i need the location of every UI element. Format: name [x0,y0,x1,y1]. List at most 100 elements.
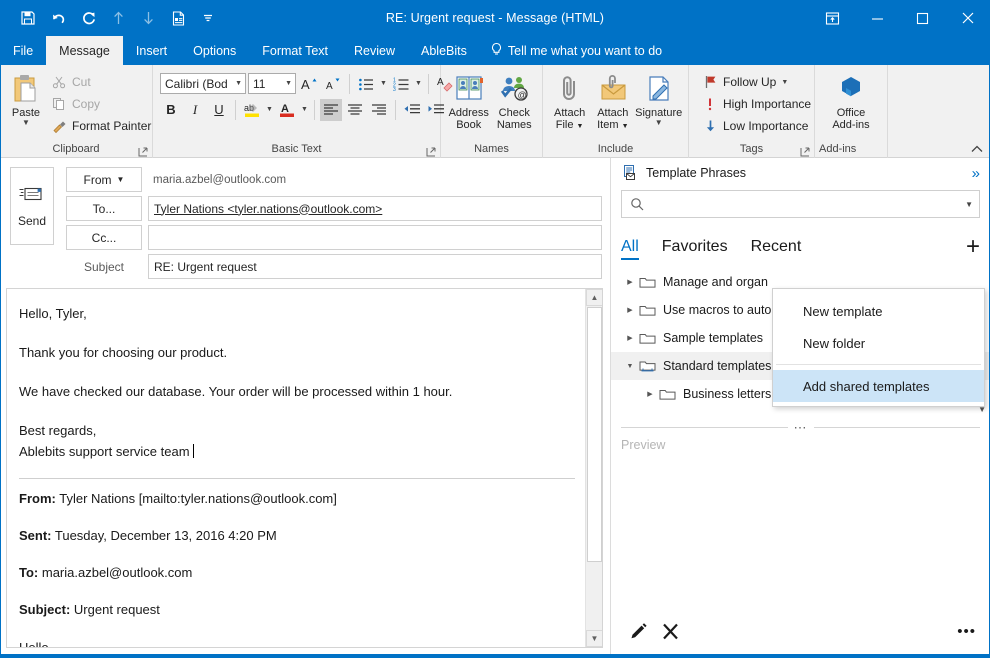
shrink-font-button[interactable]: A [322,73,344,95]
cc-button[interactable]: Cc... [66,225,142,250]
scrollbar-thumb[interactable] [587,307,602,562]
from-button[interactable]: From ▼ [66,167,142,192]
template-search-box[interactable]: ▼ [621,190,980,218]
font-color-caret-icon[interactable]: ▼ [300,106,309,113]
expand-triangle-icon[interactable]: ▶ [623,303,637,317]
expand-triangle-icon[interactable]: ▶ [623,331,637,345]
clipboard-dialog-launcher[interactable] [138,146,148,157]
expand-triangle-icon[interactable]: ▶ [643,387,657,401]
follow-up-button[interactable]: Follow Up ▼ [698,71,815,93]
format-painter-button[interactable]: Format Painter [47,115,155,137]
close-button[interactable] [945,0,990,36]
context-menu-item-add-shared-templates[interactable]: Add shared templates [773,370,984,402]
basic-text-row-1: Calibri (Bod ▼ 11 ▼ A A ▼ 1 2 3 ▼ A [160,72,456,95]
high-importance-button[interactable]: High Importance [698,93,815,115]
align-center-button[interactable] [344,99,366,121]
paste-caret-icon[interactable]: ▼ [22,119,30,127]
tab-ablebits[interactable]: AbleBits [408,36,480,65]
customize-qat-icon[interactable] [194,4,222,32]
tab-recent[interactable]: Recent [751,238,815,260]
highlight-caret-icon[interactable]: ▼ [265,106,274,113]
to-input[interactable]: Tyler Nations <tyler.nations@outlook.com… [148,196,602,221]
minimize-button[interactable] [855,0,900,36]
font-color-button[interactable]: A [276,99,298,121]
grow-font-button[interactable]: A [298,73,320,95]
tab-message[interactable]: Message [46,36,123,65]
font-size-combobox[interactable]: 11 ▼ [248,73,296,94]
body-scrollbar[interactable]: ▲ ▼ [585,289,602,647]
tell-me-box[interactable]: Tell me what you want to do [480,36,672,65]
scroll-down-button[interactable]: ▼ [586,630,602,647]
basic-text-dialog-launcher[interactable] [426,146,436,157]
decrease-indent-button[interactable] [401,99,423,121]
search-dropdown-caret-icon[interactable]: ▼ [961,200,973,209]
context-menu-item-new-folder[interactable]: New folder [773,327,984,359]
next-item-icon[interactable] [134,4,162,32]
font-name-combobox[interactable]: Calibri (Bod ▼ [160,73,246,94]
tab-format-text[interactable]: Format Text [249,36,341,65]
attach-item-button[interactable]: Attach Item ▼ [591,69,634,133]
signature-caret-icon[interactable]: ▼ [655,119,663,127]
italic-button[interactable]: I [184,99,206,121]
collapse-triangle-icon[interactable]: ▼ [623,359,637,373]
align-right-button[interactable] [368,99,390,121]
collapse-ribbon-button[interactable] [970,142,984,156]
numbering-caret-icon[interactable]: ▼ [414,80,423,87]
svg-text:@: @ [518,90,527,100]
previous-item-icon[interactable] [104,4,132,32]
office-addins-button[interactable]: Office Add-ins [824,69,878,131]
copy-button[interactable]: Copy [47,93,155,115]
subject-input[interactable]: RE: Urgent request [148,254,602,279]
ribbon-group-names: Address Book @ Check Names Names [441,65,543,158]
panel-splitter[interactable]: ⋯ [621,420,980,436]
cut-button[interactable]: Cut [47,71,155,93]
bullets-caret-icon[interactable]: ▼ [379,80,388,87]
expand-triangle-icon[interactable]: ▶ [623,275,637,289]
ellipsis-icon[interactable]: ••• [957,623,976,640]
send-button[interactable]: Send [10,167,54,245]
attach-file-button[interactable]: Attach File ▼ [548,69,591,133]
to-button[interactable]: To... [66,196,142,221]
search-input[interactable] [644,196,962,212]
align-left-button[interactable] [320,98,342,121]
tab-options[interactable]: Options [180,36,249,65]
maximize-button[interactable] [900,0,945,36]
low-importance-label: Low Importance [723,119,809,133]
tab-all[interactable]: All [621,238,652,260]
expand-panel-button[interactable]: » [972,166,980,181]
underline-button[interactable]: U [208,99,230,121]
tags-dialog-launcher[interactable] [800,146,810,157]
tab-review[interactable]: Review [341,36,408,65]
address-book-button[interactable]: Address Book [446,69,492,131]
print-preview-icon[interactable] [164,4,192,32]
bullets-button[interactable] [355,73,377,95]
scroll-up-button[interactable]: ▲ [586,289,602,306]
undo-icon[interactable] [44,4,72,32]
tab-file[interactable]: File [0,36,46,65]
paste-button[interactable]: Paste ▼ [9,69,43,127]
redo-icon[interactable] [74,4,102,32]
tab-favorites[interactable]: Favorites [662,238,741,260]
add-template-button[interactable]: + [966,235,980,259]
low-importance-button[interactable]: Low Importance [698,115,815,137]
numbering-button[interactable]: 123 [390,73,412,95]
cc-input[interactable] [148,225,602,250]
x-icon[interactable] [661,622,679,640]
body-line-3: We have checked our database. Your order… [19,384,453,399]
tab-insert[interactable]: Insert [123,36,180,65]
from-label: From [83,172,112,187]
context-menu-item-new-template[interactable]: New template [773,295,984,327]
bold-button[interactable]: B [160,99,182,121]
send-icon [19,185,45,208]
save-icon[interactable] [14,4,42,32]
check-names-button[interactable]: @ Check Names [492,69,538,131]
message-body[interactable]: Hello, Tyler, Thank you for choosing our… [7,289,585,647]
separator [428,73,429,94]
ribbon-display-options-button[interactable] [810,0,855,36]
follow-up-caret-icon[interactable]: ▼ [781,79,788,86]
signature-button[interactable]: Signature ▼ [634,69,683,127]
quoted-divider [19,478,575,479]
text-highlight-color-button[interactable]: ab [241,99,263,121]
attach-item-label-1: Attach [597,107,629,119]
pencil-icon[interactable] [629,622,647,640]
